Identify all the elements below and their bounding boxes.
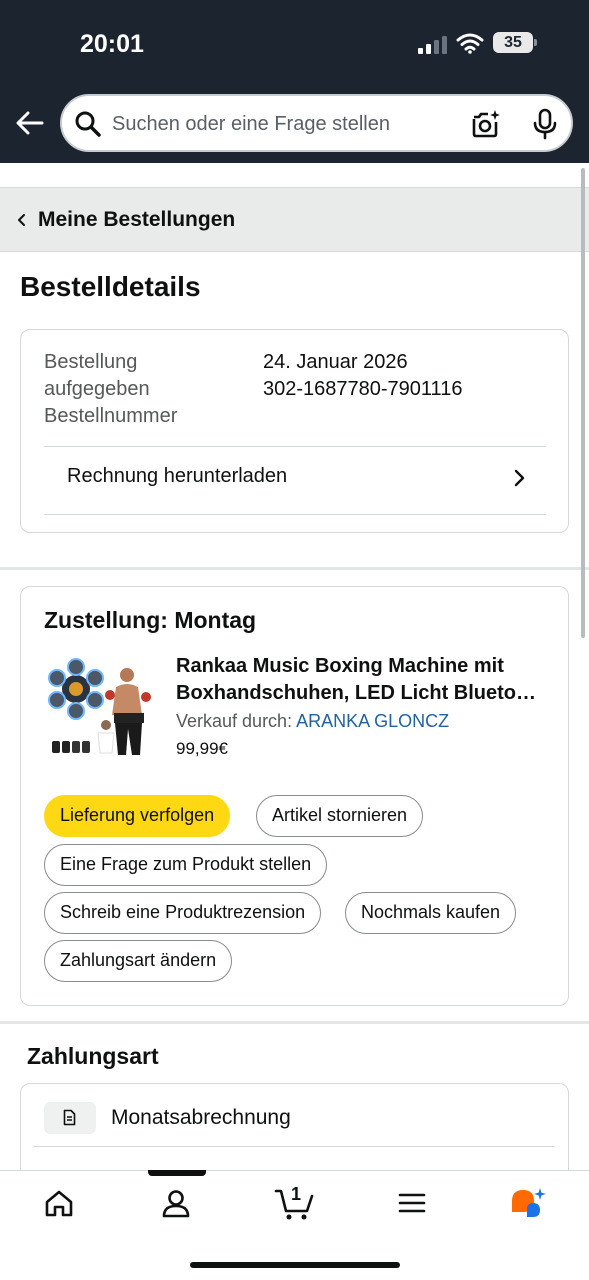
camera-icon[interactable] — [470, 108, 502, 140]
divider — [44, 514, 546, 515]
cart-count: 1 — [291, 1184, 302, 1204]
order-date: 24. Januar 2026 — [263, 351, 408, 373]
product-price: 99,99€ — [176, 739, 228, 758]
payment-section-title: Zahlungsart — [27, 1043, 159, 1069]
breadcrumb-label: Meine Bestellungen — [38, 208, 236, 231]
seller-info: Verkauf durch: ARANKA GLONCZ — [176, 711, 449, 732]
order-number-label: Bestellnummer — [44, 405, 178, 427]
search-bar[interactable] — [60, 94, 573, 152]
order-placed-label-line2: aufgegeben — [44, 378, 150, 400]
payment-method: Monatsabrechnung — [111, 1106, 291, 1129]
cancel-item-button[interactable]: Artikel stornieren — [256, 795, 424, 837]
wifi-icon — [456, 33, 484, 54]
divider — [44, 446, 546, 447]
active-tab-indicator — [148, 1170, 206, 1176]
product-image[interactable] — [46, 653, 154, 761]
battery-indicator: 35 — [493, 32, 537, 53]
document-icon — [63, 1109, 76, 1126]
divider — [33, 1146, 555, 1147]
order-number: 302-1687780-7901116 — [263, 378, 463, 400]
page-title: Bestelldetails — [20, 271, 201, 302]
seller-link[interactable]: ARANKA GLONCZ — [296, 711, 449, 731]
product-title-line2: Boxhandschuhen, LED Licht Bluetooth — [176, 682, 546, 704]
chevron-right-icon[interactable] — [511, 468, 527, 488]
status-time: 20:01 — [80, 30, 144, 58]
home-icon[interactable] — [44, 1188, 74, 1218]
menu-icon[interactable] — [398, 1188, 426, 1218]
top-header: 20:01 35 — [0, 0, 589, 163]
signal-icon — [418, 34, 448, 54]
seller-prefix: Verkauf durch: — [176, 711, 293, 731]
search-input[interactable] — [112, 110, 452, 138]
write-review-button[interactable]: Schreib eine Produktrezension — [44, 892, 322, 934]
buy-again-button[interactable]: Nochmals kaufen — [345, 892, 517, 934]
section-divider — [0, 1021, 589, 1024]
delivery-title: Zustellung: Montag — [44, 607, 257, 633]
track-delivery-button[interactable]: Lieferung verfolgen — [44, 795, 231, 837]
section-divider — [0, 567, 589, 570]
breadcrumb[interactable]: Meine Bestellungen — [0, 187, 589, 252]
home-indicator — [190, 1262, 400, 1268]
ask-question-button[interactable]: Eine Frage zum Produkt stellen — [44, 844, 328, 886]
document-badge — [44, 1102, 96, 1134]
scrollbar[interactable] — [581, 168, 585, 638]
rufus-icon[interactable] — [510, 1187, 548, 1221]
order-placed-label-line1: Bestellung — [44, 351, 138, 373]
delivery-card: Zustellung: Montag Rankaa Music Boxing M… — [20, 586, 569, 1006]
chevron-left-icon — [18, 214, 25, 226]
product-title[interactable]: Rankaa Music Boxing Machine mit Boxhands… — [176, 653, 546, 707]
search-icon — [75, 111, 101, 137]
product-title-line1: Rankaa Music Boxing Machine mit — [176, 655, 504, 677]
back-arrow-icon[interactable] — [14, 108, 46, 138]
mic-icon[interactable] — [530, 108, 560, 140]
change-payment-button[interactable]: Zahlungsart ändern — [44, 940, 233, 982]
download-invoice-link[interactable]: Rechnung herunterladen — [67, 465, 287, 488]
order-info-card: Bestellung aufgegeben Bestellnummer 24. … — [20, 329, 569, 533]
account-icon[interactable] — [161, 1188, 191, 1218]
